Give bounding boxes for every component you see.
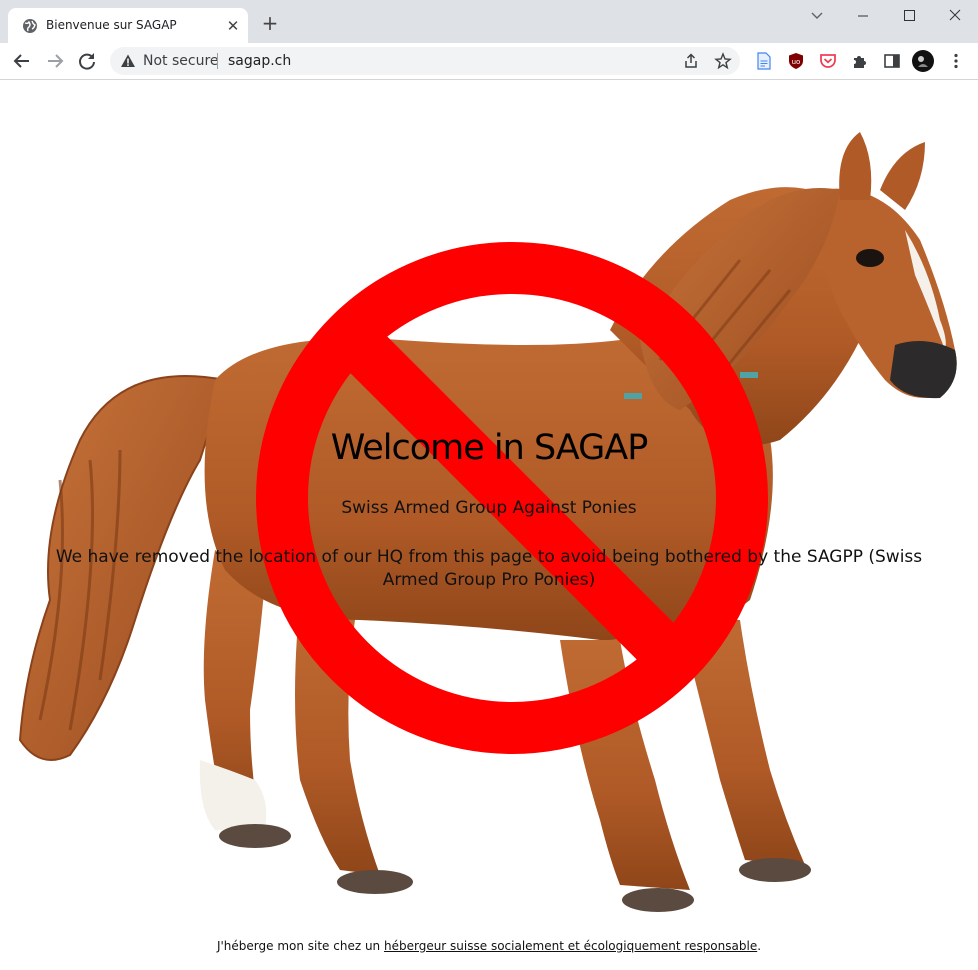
footer: J'héberge mon site chez un hébergeur sui… — [0, 939, 978, 953]
close-icon[interactable]: ✕ — [224, 17, 242, 35]
share-icon[interactable] — [682, 52, 700, 70]
page-subtitle: Swiss Armed Group Against Ponies — [341, 498, 637, 518]
back-arrow-icon[interactable] — [9, 48, 35, 74]
kebab-menu-icon[interactable] — [947, 52, 965, 70]
url-text[interactable]: sagap.ch — [228, 53, 291, 69]
omnibox-divider — [217, 53, 218, 69]
reload-icon[interactable] — [74, 48, 100, 74]
browser-toolbar: Not secure sagap.ch uo — [0, 43, 978, 80]
plus-icon[interactable]: + — [260, 13, 280, 33]
ublock-icon[interactable]: uo — [787, 52, 805, 70]
chevron-down-icon[interactable] — [806, 6, 828, 26]
hosting-provider-link[interactable]: hébergeur suisse socialement et écologiq… — [384, 939, 757, 953]
page-title: Welcome in SAGAP — [330, 428, 649, 468]
browser-tab[interactable]: Bienvenue sur SAGAP ✕ — [8, 8, 248, 43]
globe-icon — [23, 19, 37, 33]
footer-text: J'héberge mon site chez un — [216, 939, 384, 953]
side-panel-icon[interactable] — [883, 52, 901, 70]
document-extension-icon[interactable] — [755, 52, 773, 70]
forward-arrow-icon[interactable] — [42, 48, 68, 74]
web-page: Welcome in SAGAP Swiss Armed Group Again… — [0, 80, 978, 970]
footer-period: . — [757, 939, 762, 953]
banned-pony-illustration — [18, 132, 957, 912]
minimize-icon[interactable] — [840, 0, 886, 32]
maximize-icon[interactable] — [886, 0, 932, 32]
security-status[interactable]: Not secure — [143, 53, 219, 69]
puzzle-icon[interactable] — [851, 52, 869, 70]
tab-strip: Bienvenue sur SAGAP ✕ + — [0, 0, 978, 43]
warning-icon — [121, 54, 135, 67]
window-close-icon[interactable] — [932, 0, 978, 32]
profile-avatar[interactable] — [912, 50, 934, 72]
star-icon[interactable] — [714, 52, 732, 70]
tab-title: Bienvenue sur SAGAP — [46, 18, 177, 32]
svg-text:uo: uo — [792, 58, 801, 66]
pocket-icon[interactable] — [819, 52, 837, 70]
address-bar[interactable]: Not secure sagap.ch — [110, 47, 740, 75]
page-message: We have removed the location of our HQ f… — [55, 547, 923, 590]
